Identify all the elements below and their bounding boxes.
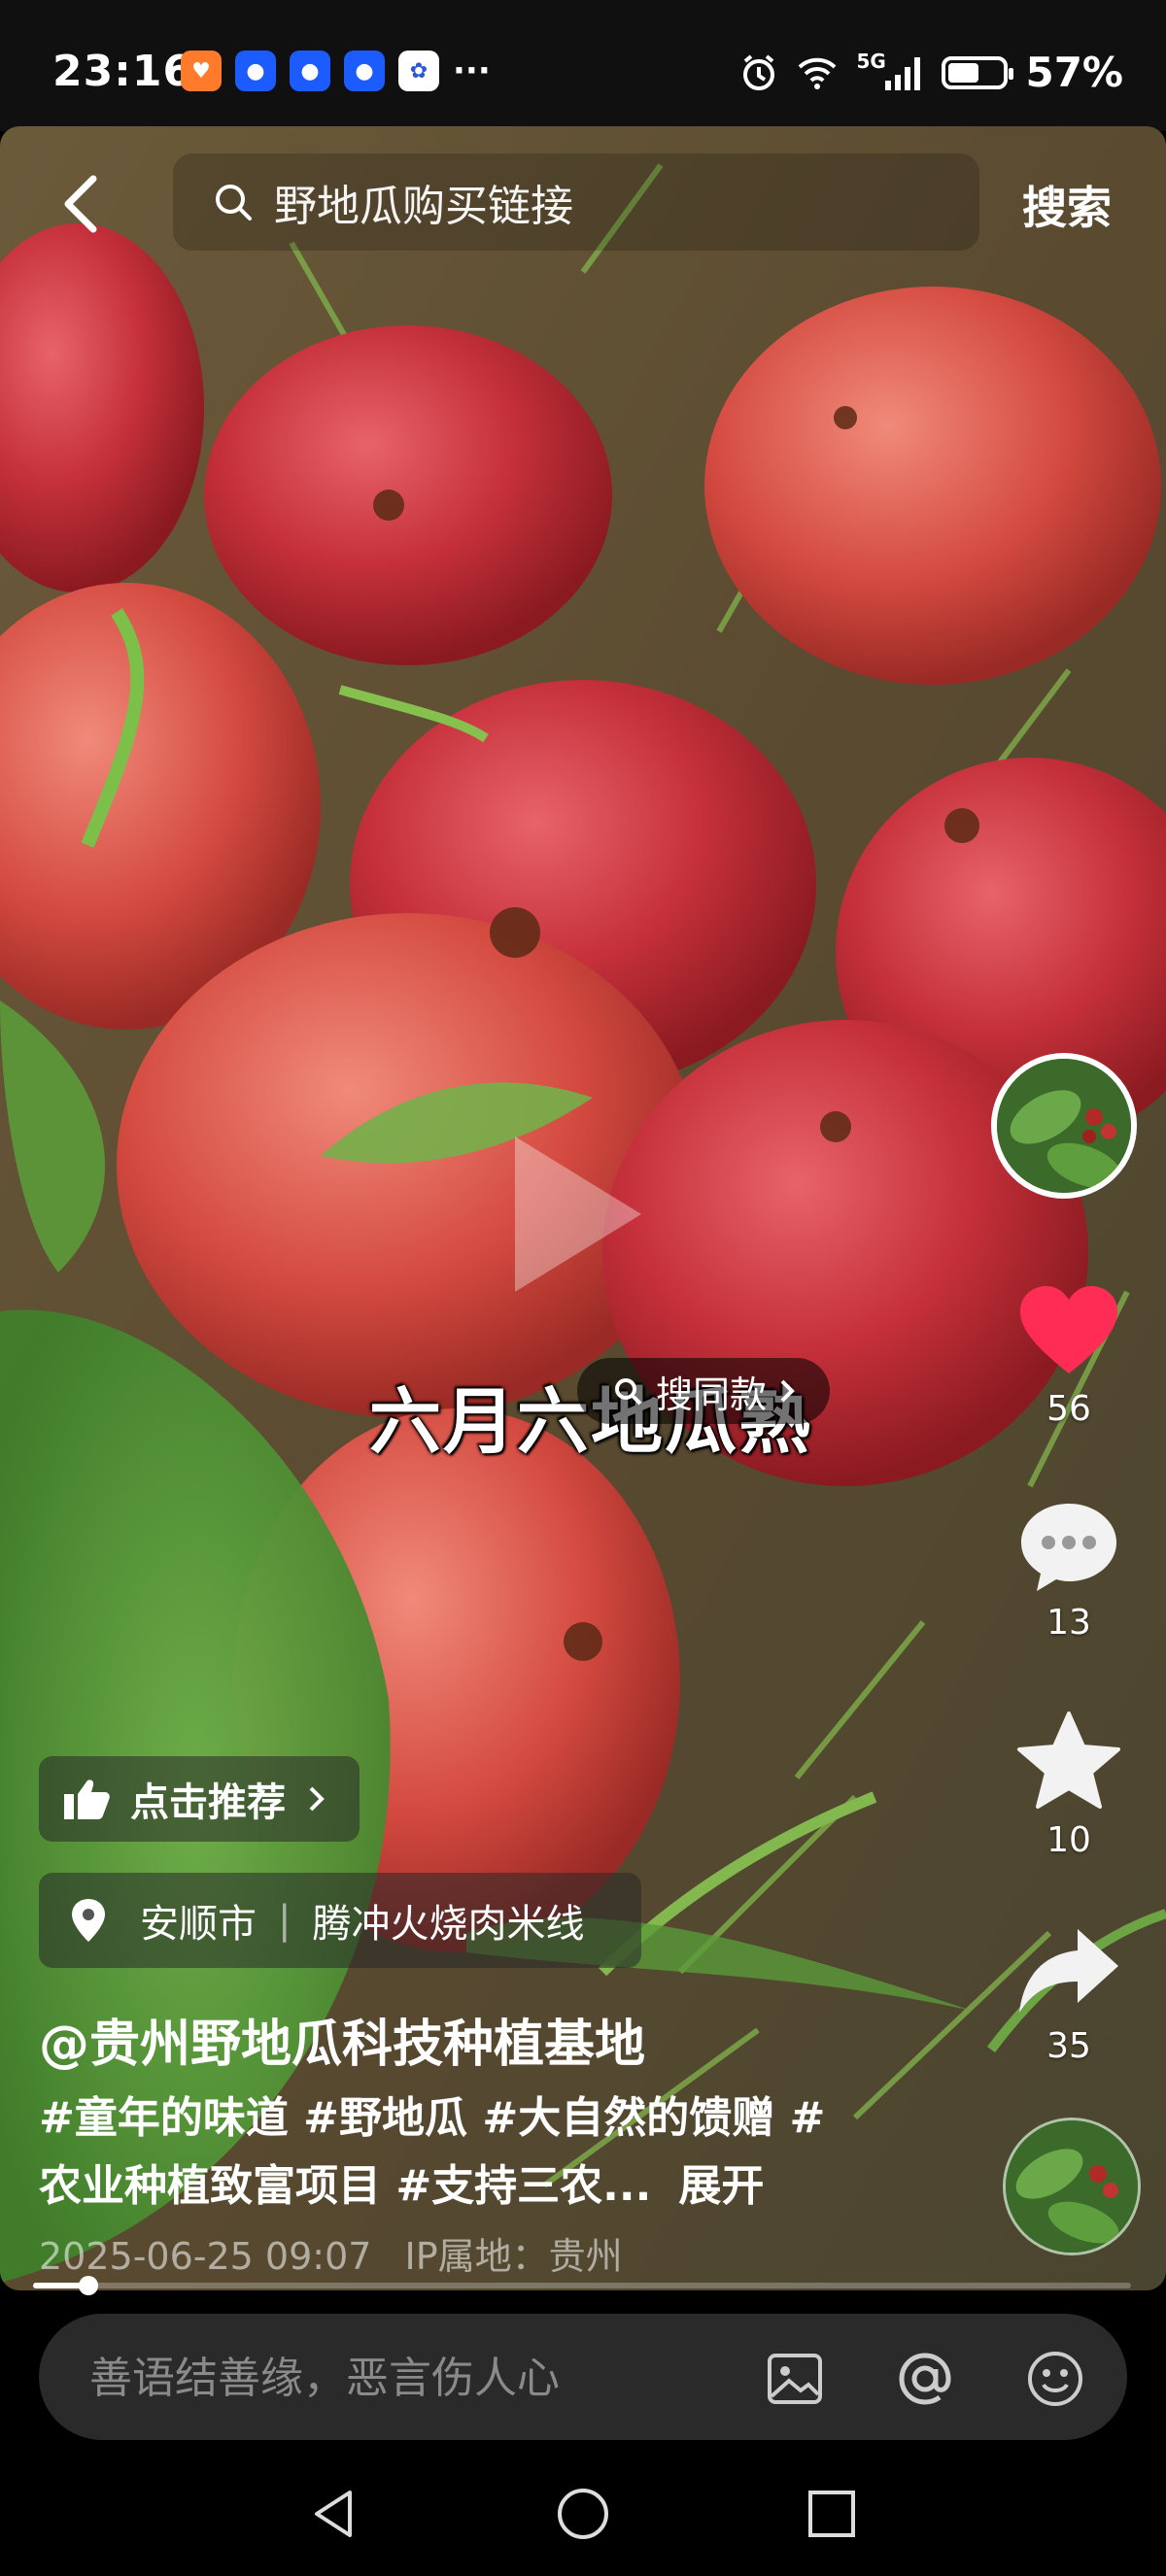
search-icon	[216, 185, 252, 220]
share-count: 35	[1046, 2026, 1091, 2066]
mention-icon[interactable]	[894, 2348, 956, 2410]
same-style-label: 搜同款	[655, 1373, 767, 1416]
search-same-style-button[interactable]: 搜同款	[577, 1358, 830, 1424]
back-arrow-icon[interactable]	[56, 173, 103, 235]
post-timestamp: 2025-06-25 09:07	[39, 2235, 372, 2278]
location-tag[interactable]: 安顺市 | 腾冲火烧肉米线	[39, 1873, 641, 1968]
heart-icon[interactable]	[1015, 1282, 1122, 1379]
description-line-1: #童年的味道 #野地瓜 #大自然的馈赠 #	[39, 2093, 826, 2143]
share-icon[interactable]	[1015, 1923, 1122, 2017]
expand-link[interactable]: 展开	[678, 2161, 764, 2211]
more-notifications: ···	[453, 51, 491, 90]
post-meta: 2025-06-25 09:07 IP属地：贵州	[39, 2226, 623, 2280]
app-icon: ●	[344, 51, 385, 91]
baidu-icon: ✿	[398, 51, 439, 91]
location-city: 安顺市	[140, 1902, 257, 1947]
nav-recents-icon[interactable]	[803, 2485, 861, 2543]
chevron-right-icon	[780, 1379, 795, 1403]
thumbs-up-icon	[64, 1779, 110, 1819]
music-disc-image	[1006, 2120, 1138, 2253]
nav-back-icon[interactable]	[305, 2485, 363, 2543]
comment-action[interactable]: 13	[993, 1496, 1145, 1643]
app-icon: ●	[235, 51, 276, 91]
battery-percent: 57%	[1025, 49, 1123, 96]
notification-icons: ♥ ● ● ● ✿ ···	[181, 51, 491, 91]
location-place: 腾冲火烧肉米线	[312, 1902, 585, 1947]
system-nav-bar	[0, 2448, 1166, 2576]
cellular-signal-icon: 5G	[856, 50, 924, 92]
play-icon[interactable]	[505, 1127, 651, 1302]
star-icon[interactable]	[1015, 1710, 1122, 1811]
status-time: 23:16	[52, 47, 194, 96]
share-action[interactable]: 35	[993, 1923, 1145, 2066]
comment-bar	[39, 2314, 1127, 2440]
top-bar: 野地瓜购买链接 搜索	[0, 136, 1166, 272]
wifi-icon	[799, 57, 837, 89]
video-progress-bar[interactable]	[33, 2276, 1131, 2295]
search-box[interactable]: 野地瓜购买链接	[173, 153, 979, 251]
music-disc-avatar[interactable]	[1003, 2118, 1141, 2255]
favorite-count: 10	[1046, 1820, 1091, 1860]
recommend-label: 点击推荐	[130, 1780, 286, 1825]
like-count: 56	[1046, 1389, 1091, 1429]
comment-icon[interactable]	[1015, 1496, 1122, 1593]
author-avatar[interactable]	[991, 1053, 1137, 1199]
alarm-icon	[743, 53, 775, 90]
recommend-button[interactable]: 点击推荐	[39, 1756, 360, 1842]
ip-location: IP属地：贵州	[404, 2235, 623, 2278]
favorite-action[interactable]: 10	[993, 1710, 1145, 1860]
author-name[interactable]: @贵州野地瓜科技种植基地	[39, 2003, 645, 2076]
chevron-right-icon	[309, 1786, 325, 1812]
progress-knob[interactable]	[78, 2276, 98, 2295]
search-placeholder: 野地瓜购买链接	[274, 182, 573, 231]
nav-home-icon[interactable]	[554, 2485, 612, 2543]
battery-icon	[942, 55, 1014, 89]
comment-input[interactable]	[87, 2343, 772, 2413]
post-description: #童年的味道 #野地瓜 #大自然的馈赠 # 农业种植致富项目 #支持三农... 展…	[39, 2085, 874, 2220]
location-pin-icon	[72, 1899, 105, 1942]
location-divider: |	[278, 1898, 292, 1943]
app-icon: ●	[290, 51, 330, 91]
search-button[interactable]: 搜索	[1022, 173, 1112, 237]
description-line-2: 农业种植致富项目 #支持三农... 展开	[39, 2161, 765, 2211]
status-bar: 23:16 ♥ ● ● ● ✿ ··· 5G 57%	[0, 0, 1166, 131]
like-action[interactable]: 56	[993, 1282, 1145, 1429]
taobao-icon: ♥	[181, 51, 222, 91]
image-icon[interactable]	[764, 2348, 826, 2410]
emoji-icon[interactable]	[1024, 2348, 1086, 2410]
status-right: 5G 57%	[739, 49, 1123, 96]
comment-count: 13	[1046, 1603, 1091, 1643]
search-image-icon	[614, 1378, 642, 1406]
